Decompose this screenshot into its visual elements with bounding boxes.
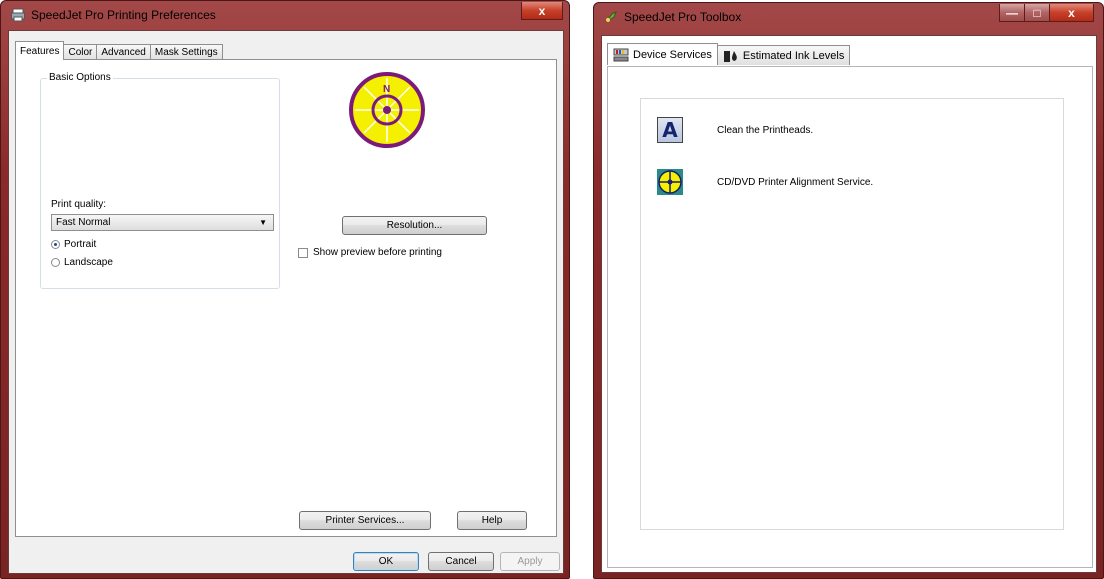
maximize-button[interactable]: □ bbox=[1024, 4, 1050, 22]
portrait-label: Portrait bbox=[64, 239, 97, 250]
cd-compass-icon: N bbox=[349, 72, 425, 148]
printing-preferences-client: Features Color Advanced Mask Settings Ba… bbox=[8, 30, 564, 574]
service-label: CD/DVD Printer Alignment Service. bbox=[717, 176, 874, 188]
printhead-clean-glyph: A bbox=[662, 118, 678, 142]
printing-preferences-titlebar[interactable]: SpeedJet Pro Printing Preferences bbox=[1, 1, 569, 29]
toolbox-window: SpeedJet Pro Toolbox — □ x Device Servic… bbox=[593, 2, 1104, 579]
compass-letter: N bbox=[383, 84, 390, 95]
close-button[interactable]: x bbox=[521, 2, 563, 20]
features-tab-page: Basic Options Print quality: Fast Normal… bbox=[15, 59, 557, 537]
resolution-button[interactable]: Resolution... bbox=[342, 216, 487, 235]
tab-ink-levels-label: Estimated Ink Levels bbox=[742, 49, 845, 62]
ink-levels-icon bbox=[723, 50, 737, 62]
toolbox-tabstrip: Device Services Estimated Ink Levels bbox=[607, 43, 851, 65]
printer-icon bbox=[11, 8, 25, 22]
toolbox-client: Device Services Estimated Ink Levels A C… bbox=[601, 35, 1097, 573]
chevron-down-icon: ▼ bbox=[259, 218, 267, 227]
printhead-clean-icon: A bbox=[657, 117, 683, 143]
tab-features[interactable]: Features bbox=[15, 41, 65, 60]
toolbox-app-icon bbox=[605, 10, 617, 23]
tab-device-services-label: Device Services bbox=[633, 48, 712, 61]
show-preview-label: Show preview before printing bbox=[313, 247, 442, 258]
printer-services-button[interactable]: Printer Services... bbox=[299, 511, 431, 530]
tab-mask-settings[interactable]: Mask Settings bbox=[149, 44, 223, 60]
landscape-label: Landscape bbox=[64, 257, 113, 268]
show-preview-box bbox=[298, 247, 308, 258]
cd-alignment-icon bbox=[657, 169, 683, 195]
help-button[interactable]: Help bbox=[457, 511, 527, 530]
tab-advanced[interactable]: Advanced bbox=[96, 44, 151, 60]
maximize-icon: □ bbox=[1033, 5, 1041, 20]
print-quality-value: Fast Normal bbox=[56, 217, 111, 228]
service-cd-alignment[interactable]: CD/DVD Printer Alignment Service. bbox=[657, 169, 873, 195]
basic-options-title: Basic Options bbox=[47, 72, 113, 83]
show-preview-checkbox[interactable]: Show preview before printing bbox=[298, 247, 442, 258]
close-icon: x bbox=[538, 3, 546, 18]
service-clean-printheads[interactable]: A Clean the Printheads. bbox=[657, 117, 813, 143]
portrait-radio-dot bbox=[51, 240, 60, 249]
portrait-radio[interactable]: Portrait bbox=[51, 239, 96, 250]
tab-color[interactable]: Color bbox=[63, 44, 98, 60]
print-quality-select[interactable]: Fast Normal ▼ bbox=[51, 214, 274, 231]
toolbox-title: SpeedJet Pro Toolbox bbox=[624, 10, 742, 24]
preferences-tabstrip: Features Color Advanced Mask Settings bbox=[15, 41, 223, 60]
tab-estimated-ink-levels[interactable]: Estimated Ink Levels bbox=[716, 45, 851, 65]
basic-options-group: Basic Options Print quality: Fast Normal… bbox=[40, 72, 280, 289]
printing-preferences-window: SpeedJet Pro Printing Preferences x Feat… bbox=[0, 0, 570, 579]
apply-button[interactable]: Apply bbox=[500, 552, 560, 571]
tab-device-services[interactable]: Device Services bbox=[607, 43, 718, 65]
services-panel: A Clean the Printheads. CD/DVD Printer A… bbox=[640, 98, 1064, 530]
landscape-radio-dot bbox=[51, 258, 60, 267]
cancel-button[interactable]: Cancel bbox=[428, 552, 494, 571]
toolbox-close-button[interactable]: x bbox=[1049, 4, 1094, 22]
close-icon: x bbox=[1068, 5, 1075, 20]
print-quality-label: Print quality: bbox=[51, 199, 107, 210]
ok-button[interactable]: OK bbox=[353, 552, 419, 571]
landscape-radio[interactable]: Landscape bbox=[51, 257, 113, 268]
minimize-button[interactable]: — bbox=[999, 4, 1025, 22]
minimize-icon: — bbox=[1006, 5, 1018, 20]
service-label: Clean the Printheads. bbox=[717, 124, 814, 136]
window-title: SpeedJet Pro Printing Preferences bbox=[31, 8, 216, 22]
device-services-page: A Clean the Printheads. CD/DVD Printer A… bbox=[607, 66, 1093, 568]
device-services-icon bbox=[613, 48, 629, 61]
